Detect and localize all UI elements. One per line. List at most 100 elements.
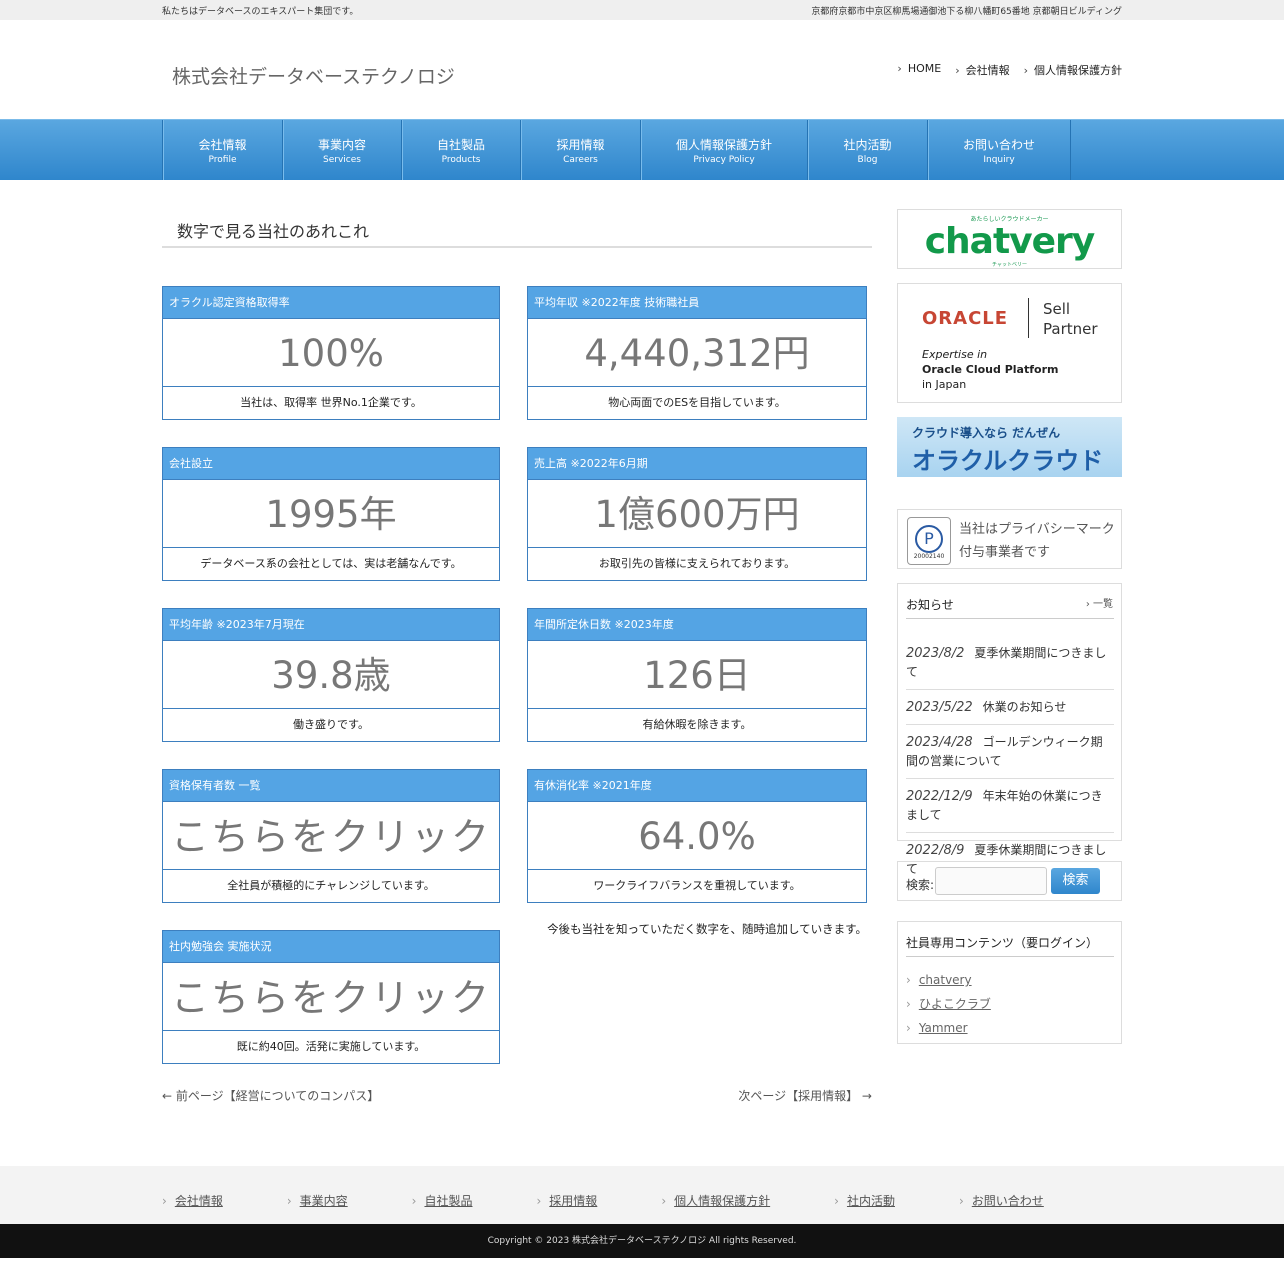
staff-link-chatvery[interactable]: chatvery bbox=[906, 968, 991, 992]
stat-title: 平均年収 ※2022年度 技術職社員 bbox=[528, 287, 866, 319]
oracle-partner-banner[interactable]: ORACLE Sell Partner Expertise in Oracle C… bbox=[897, 283, 1122, 403]
expertise-line3: in Japan bbox=[922, 378, 967, 391]
footer-link-careers[interactable]: 採用情報 bbox=[536, 1192, 597, 1209]
stat-box: 年間所定休日数 ※2023年度 126日 有給休暇を除きます。 bbox=[527, 608, 867, 742]
news-date: 2023/4/28 bbox=[906, 735, 973, 750]
footer-link-blog[interactable]: 社内活動 bbox=[834, 1192, 895, 1209]
gnav-sublabel: Inquiry bbox=[983, 155, 1015, 165]
gnav-sublabel: Privacy Policy bbox=[693, 155, 755, 165]
news-more-link[interactable]: 一覧 bbox=[1086, 595, 1113, 610]
search-button[interactable]: 検索 bbox=[1051, 868, 1100, 894]
gnav-privacy[interactable]: 個人情報保護方針 Privacy Policy bbox=[641, 120, 808, 180]
search-widget: 検索: 検索 bbox=[897, 861, 1122, 901]
stat-title: オラクル認定資格取得率 bbox=[163, 287, 499, 319]
header-nav-home[interactable]: HOME bbox=[897, 62, 941, 78]
news-date: 2023/8/2 bbox=[906, 646, 965, 661]
search-label: 検索: bbox=[906, 878, 935, 892]
stat-box: 会社設立 1995年 データベース系の会社としては、実は老舗なんです。 bbox=[162, 447, 500, 581]
gnav-sublabel: Blog bbox=[857, 155, 878, 165]
footer-link-services[interactable]: 事業内容 bbox=[287, 1192, 348, 1209]
search-input[interactable] bbox=[935, 867, 1047, 895]
stat-caption: 働き盛りです。 bbox=[293, 718, 369, 731]
news-title: お知らせ bbox=[906, 596, 1114, 619]
next-page-link[interactable]: 次ページ【採用情報】 → bbox=[738, 1087, 872, 1104]
footer-link-products[interactable]: 自社製品 bbox=[412, 1192, 472, 1209]
expertise-line2: Oracle Cloud Platform bbox=[922, 363, 1059, 376]
page-title-text: 数字で見る当社のあれこれ bbox=[177, 222, 370, 241]
gnav-label: 自社製品 bbox=[436, 138, 485, 152]
footer-link-profile[interactable]: 会社情報 bbox=[162, 1192, 223, 1209]
oracle-expertise: Expertise in Oracle Cloud Platform in Ja… bbox=[922, 347, 1058, 392]
privacy-mark-icon: P 20002140 bbox=[907, 517, 951, 565]
gnav-blog[interactable]: 社内活動 Blog bbox=[808, 120, 928, 180]
stat-caption: データベース系の会社としては、実は老舗なんです。 bbox=[200, 557, 462, 570]
gnav-products[interactable]: 自社製品 Products bbox=[402, 120, 521, 180]
sell-label: Sell bbox=[1043, 300, 1071, 318]
stat-value: 64.0% bbox=[528, 802, 866, 870]
oracle-cloud-banner[interactable]: クラウド導入なら だんぜん オラクルクラウド bbox=[897, 417, 1122, 477]
privacy-mark-text: 当社はプライバシーマーク 付与事業者です bbox=[959, 518, 1115, 564]
gnav-sublabel: Products bbox=[441, 155, 481, 165]
gnav-profile[interactable]: 会社情報 Profile bbox=[163, 120, 283, 180]
header-nav-company[interactable]: 会社情報 bbox=[955, 62, 1010, 78]
stat-value: 1995年 bbox=[163, 480, 499, 548]
stat-value: 1億600万円 bbox=[528, 480, 866, 548]
pmark-text-line2: 付与事業者です bbox=[959, 545, 1051, 560]
privacy-mark-number: 20002140 bbox=[913, 553, 945, 560]
gnav-inquiry[interactable]: お問い合わせ Inquiry bbox=[928, 120, 1071, 180]
stat-box: 有休消化率 ※2021年度 64.0% ワークライフバランスを重視しています。 bbox=[527, 769, 867, 903]
header-nav-privacy[interactable]: 個人情報保護方針 bbox=[1024, 62, 1122, 78]
site-logo[interactable]: 株式会社データベーステクノロジ bbox=[172, 62, 455, 89]
gnav-label: お問い合わせ bbox=[962, 138, 1035, 152]
oracle-sell-partner: Sell Partner bbox=[1043, 299, 1098, 339]
stat-box: 資格保有者数 一覧 こちらをクリック 全社員が積極的にチャレンジしています。 bbox=[162, 769, 500, 903]
staff-contents-title: 社員専用コンテンツ（要ログイン） bbox=[906, 934, 1114, 957]
divider bbox=[1028, 298, 1029, 338]
news-text: 休業のお知らせ bbox=[982, 700, 1067, 714]
news-item[interactable]: 2023/4/28 ゴールデンウィーク期間の営業について bbox=[906, 731, 1114, 779]
stat-title: 年間所定休日数 ※2023年度 bbox=[528, 609, 866, 641]
gnav-sublabel: Profile bbox=[208, 155, 237, 165]
gnav-label: 会社情報 bbox=[198, 138, 247, 152]
staff-link-hiyoko[interactable]: ひよこクラブ bbox=[906, 992, 991, 1016]
news-item[interactable]: 2023/8/2 夏季休業期間につきまして bbox=[906, 642, 1114, 690]
cloud-banner-line1: クラウド導入なら だんぜん bbox=[912, 426, 1061, 440]
stats-note: 今後も当社を知っていただく数字を、随時追加していきます。 bbox=[547, 922, 867, 936]
address: 京都府京都市中京区柳馬場通御池下る柳八幡町65番地 京都朝日ビルディング bbox=[811, 7, 1122, 17]
header-nav: HOME 会社情報 個人情報保護方針 bbox=[897, 62, 1122, 78]
footer-link-privacy[interactable]: 個人情報保護方針 bbox=[661, 1192, 770, 1209]
stat-caption: 当社は、取得率 世界No.1企業です。 bbox=[240, 396, 422, 409]
stat-box: 売上高 ※2022年6月期 1億600万円 お取引先の皆様に支えられております。 bbox=[527, 447, 867, 581]
stat-caption: 物心両面でのESを目指しています。 bbox=[608, 396, 786, 409]
stat-title: 資格保有者数 一覧 bbox=[163, 770, 499, 802]
cloud-banner-line2: オラクルクラウド bbox=[912, 447, 1104, 475]
staff-link-yammer[interactable]: Yammer bbox=[906, 1016, 991, 1040]
stat-caption: 既に約40回。活発に実施しています。 bbox=[236, 1040, 426, 1053]
news-item[interactable]: 2022/12/9 年末年始の休業につきまして bbox=[906, 785, 1114, 833]
partner-label: Partner bbox=[1043, 320, 1098, 338]
privacy-mark-banner[interactable]: P 20002140 当社はプライバシーマーク 付与事業者です bbox=[897, 509, 1122, 569]
news-item[interactable]: 2023/5/22 休業のお知らせ bbox=[906, 696, 1114, 725]
gnav-careers[interactable]: 採用情報 Careers bbox=[521, 120, 641, 180]
footer-nav: 会社情報 事業内容 自社製品 採用情報 個人情報保護方針 社内活動 お問い合わせ bbox=[0, 1166, 1284, 1224]
gnav-sublabel: Services bbox=[323, 155, 361, 165]
gnav-services[interactable]: 事業内容 Services bbox=[283, 120, 402, 180]
stat-title: 有休消化率 ※2021年度 bbox=[528, 770, 866, 802]
stat-box: 平均年収 ※2022年度 技術職社員 4,440,312円 物心両面でのESを目… bbox=[527, 286, 867, 420]
stat-box: 平均年齢 ※2023年7月現在 39.8歳 働き盛りです。 bbox=[162, 608, 500, 742]
footer-link-inquiry[interactable]: お問い合わせ bbox=[959, 1192, 1044, 1209]
gnav-label: 個人情報保護方針 bbox=[675, 138, 772, 152]
study-session-link[interactable]: こちらをクリック bbox=[163, 963, 499, 1031]
stat-value: 100% bbox=[163, 319, 499, 387]
stat-caption: ワークライフバランスを重視しています。 bbox=[593, 879, 801, 892]
stat-value: 126日 bbox=[528, 641, 866, 709]
gnav-sublabel: Careers bbox=[563, 155, 598, 165]
top-bar: 私たちはデータベースのエキスパート集団です。 京都府京都市中京区柳馬場通御池下る… bbox=[0, 0, 1284, 20]
stat-title: 会社設立 bbox=[163, 448, 499, 480]
chatvery-banner[interactable]: あたらしいクラウドメーカー chatvery チャットベリー bbox=[897, 209, 1122, 269]
prev-page-link[interactable]: ← 前ページ【経営についてのコンパス】 bbox=[162, 1087, 379, 1104]
page-title: 数字で見る当社のあれこれ bbox=[162, 210, 872, 248]
qualification-link[interactable]: こちらをクリック bbox=[163, 802, 499, 870]
stat-title: 平均年齢 ※2023年7月現在 bbox=[163, 609, 499, 641]
news-list: 2023/8/2 夏季休業期間につきまして 2023/5/22 休業のお知らせ 20… bbox=[906, 642, 1114, 892]
